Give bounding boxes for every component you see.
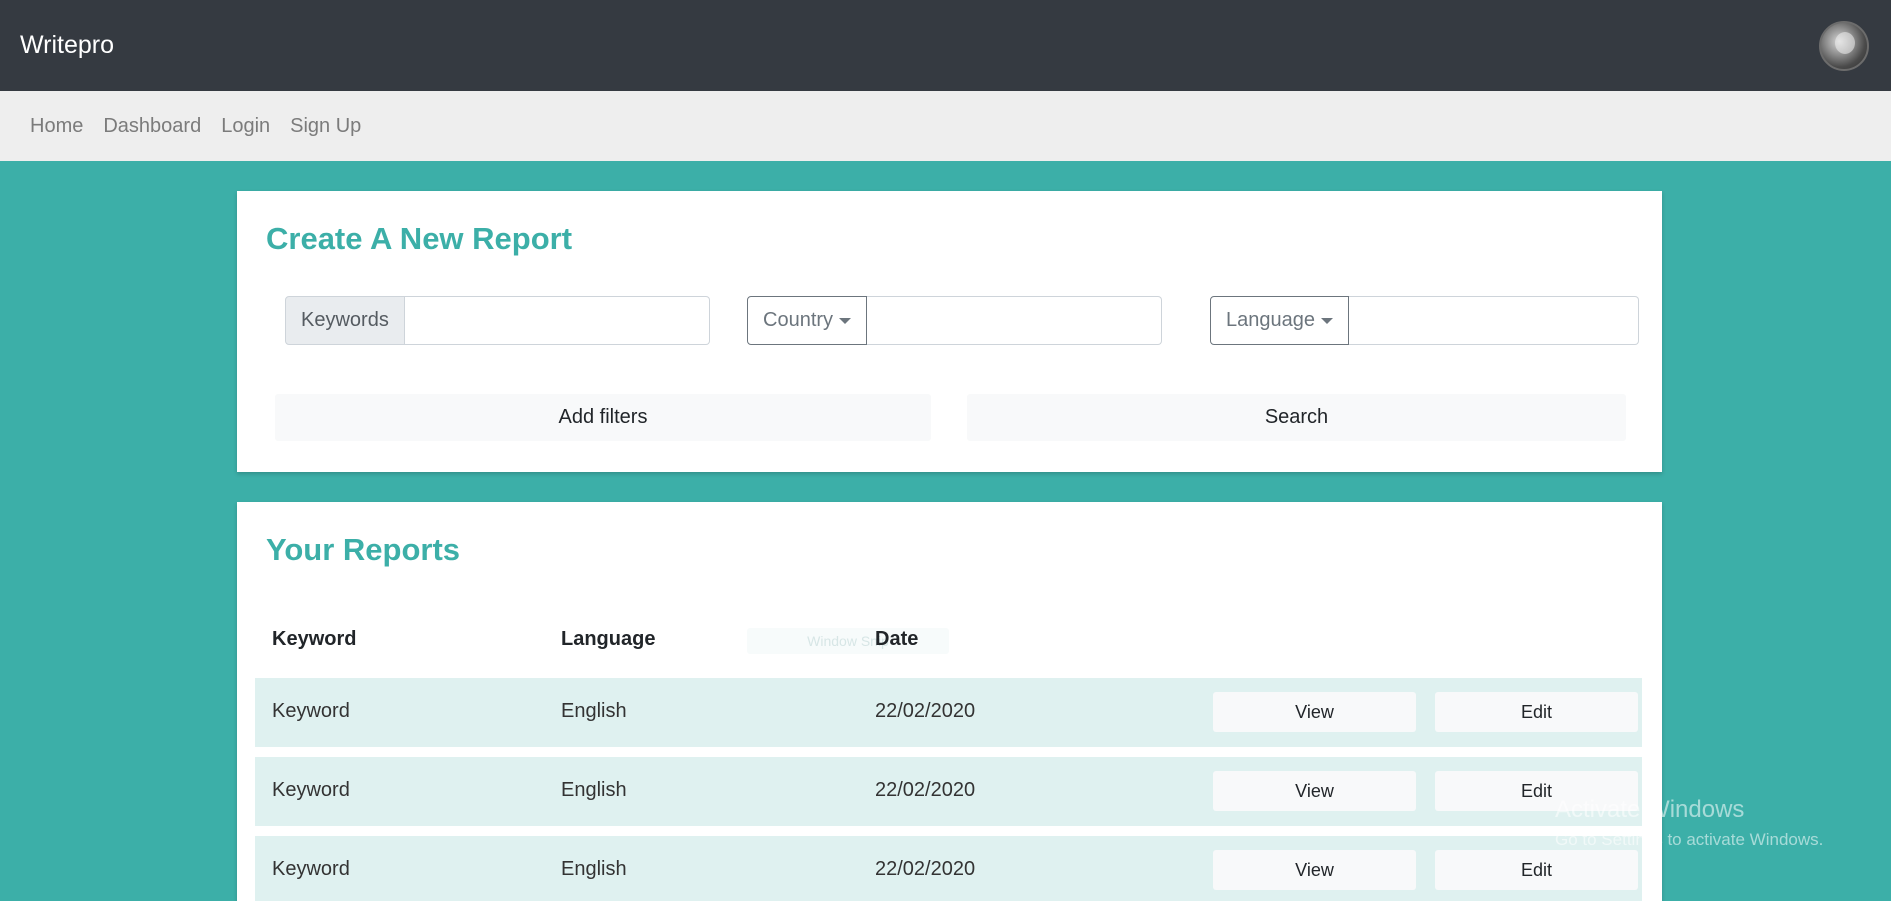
user-avatar[interactable]	[1819, 20, 1869, 71]
country-dropdown-label: Country	[763, 309, 834, 331]
column-header-keyword: Keyword	[272, 628, 357, 650]
caret-down-icon	[1320, 317, 1333, 324]
row-date: 22/02/2020	[875, 700, 976, 722]
language-dropdown-label: Language	[1226, 309, 1315, 331]
keywords-input[interactable]	[404, 296, 710, 345]
nav-sign-up[interactable]: Sign Up	[290, 115, 361, 138]
view-button[interactable]: View	[1213, 771, 1416, 811]
column-header-date: Date	[875, 628, 919, 650]
search-button[interactable]: Search	[967, 394, 1626, 441]
snip-overlay-button: Window Snip	[747, 628, 949, 654]
edit-button[interactable]: Edit	[1435, 692, 1638, 732]
brand-logo[interactable]: Writepro	[20, 31, 114, 60]
table-row: Keyword English 22/02/2020 View Edit	[255, 757, 1642, 826]
row-language: English	[561, 779, 627, 801]
keywords-input-group: Keywords	[285, 296, 710, 345]
country-input-group: Country	[747, 296, 1162, 345]
nav-home[interactable]: Home	[30, 115, 83, 138]
top-bar: Writepro	[0, 0, 1891, 91]
column-header-language: Language	[561, 628, 656, 650]
view-button[interactable]: View	[1213, 850, 1416, 890]
language-dropdown[interactable]: Language	[1210, 296, 1349, 345]
row-date: 22/02/2020	[875, 858, 976, 880]
row-date: 22/02/2020	[875, 779, 976, 801]
country-dropdown[interactable]: Country	[747, 296, 868, 345]
edit-button[interactable]: Edit	[1435, 850, 1638, 890]
keywords-label: Keywords	[285, 296, 405, 345]
row-keyword: Keyword	[272, 858, 350, 880]
row-keyword: Keyword	[272, 779, 350, 801]
nav-bar: Home Dashboard Login Sign Up	[0, 91, 1891, 161]
language-input[interactable]	[1348, 296, 1639, 345]
caret-down-icon	[839, 317, 852, 324]
row-language: English	[561, 858, 627, 880]
view-button[interactable]: View	[1213, 692, 1416, 732]
your-reports-card: Your Reports Window Snip Keyword Languag…	[237, 502, 1662, 901]
language-input-group: Language	[1210, 296, 1639, 345]
add-filters-button[interactable]: Add filters	[275, 394, 931, 441]
country-input[interactable]	[867, 296, 1162, 345]
nav-login[interactable]: Login	[221, 115, 270, 138]
create-report-title: Create A New Report	[266, 221, 573, 256]
row-language: English	[561, 700, 627, 722]
create-report-card: Create A New Report Keywords Country Lan…	[237, 191, 1662, 472]
row-keyword: Keyword	[272, 700, 350, 722]
table-row: Keyword English 22/02/2020 View Edit	[255, 836, 1642, 901]
table-row: Keyword English 22/02/2020 View Edit	[255, 678, 1642, 747]
your-reports-title: Your Reports	[266, 532, 461, 567]
edit-button[interactable]: Edit	[1435, 771, 1638, 811]
nav-dashboard[interactable]: Dashboard	[103, 115, 201, 138]
